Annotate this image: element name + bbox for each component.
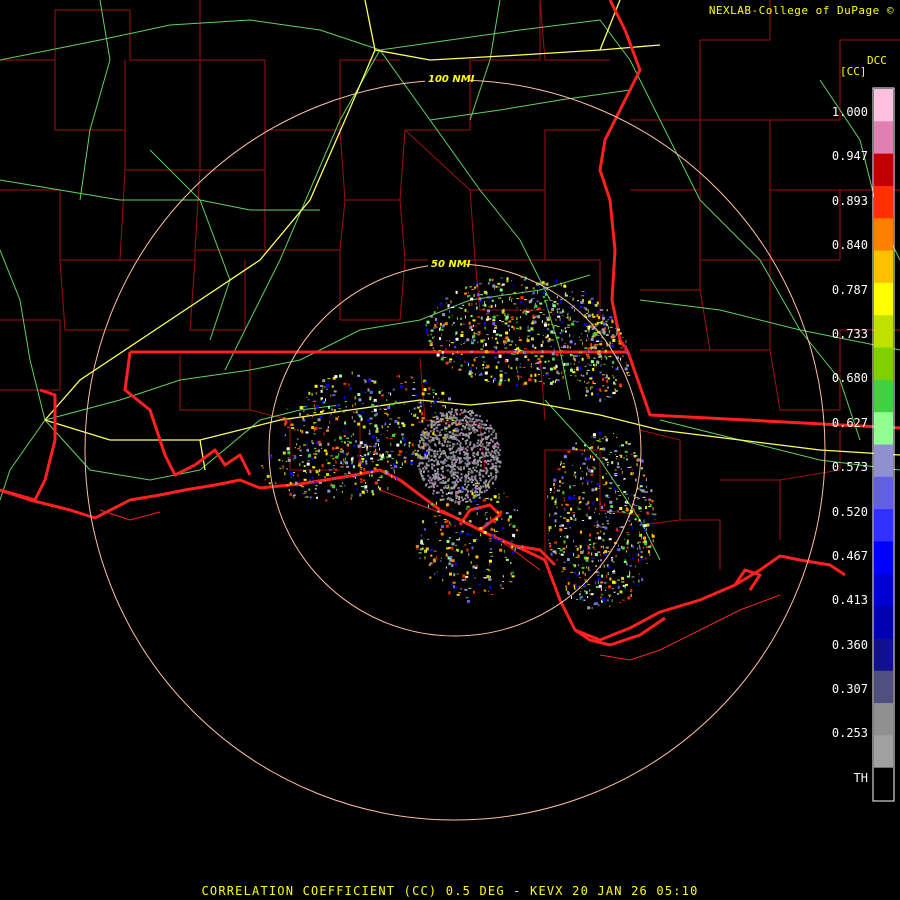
legend-swatch	[874, 412, 893, 446]
ring-label-50nmi: 50 NMI	[431, 259, 471, 270]
legend-swatch	[874, 509, 893, 543]
legend-swatch	[874, 282, 893, 316]
legend-swatch	[874, 315, 893, 349]
legend-swatch	[874, 767, 893, 801]
legend-swatch	[874, 379, 893, 413]
legend-swatch	[874, 121, 893, 155]
legend-swatch	[874, 573, 893, 607]
legend-label: 0.627	[831, 416, 868, 430]
legend-swatch	[874, 89, 893, 122]
radar-map: 100 NMI 50 NMI	[0, 0, 900, 900]
legend-color-bar	[874, 89, 893, 801]
legend-swatch	[874, 670, 893, 704]
legend-label: 0.307	[831, 682, 868, 696]
legend-label: 0.840	[831, 238, 868, 252]
legend-swatch	[874, 250, 893, 284]
legend-label: TH	[853, 771, 868, 785]
legend-swatch	[874, 347, 893, 381]
legend-swatch	[874, 541, 893, 575]
legend-label: 0.360	[831, 638, 868, 652]
legend-label: 0.573	[831, 460, 868, 474]
legend-label: 0.467	[831, 549, 868, 563]
legend-swatch	[874, 444, 893, 478]
legend-label: 1.000	[831, 105, 868, 119]
legend-label: 0.680	[831, 371, 868, 385]
product-units: [CC]	[840, 65, 867, 78]
legend-label: 0.947	[831, 149, 868, 163]
ring-label-100nmi: 100 NMI	[428, 74, 475, 85]
legend-swatch	[874, 606, 893, 640]
product-code: DCC	[867, 54, 887, 67]
legend-swatch	[874, 185, 893, 219]
legend-swatch	[874, 638, 893, 672]
legend-swatch	[874, 703, 893, 736]
legend-swatch	[874, 735, 893, 769]
product-caption: CORRELATION COEFFICIENT (CC) 0.5 DEG - K…	[201, 884, 699, 898]
legend-label: 0.733	[831, 327, 868, 341]
legend-label: 0.893	[831, 194, 868, 208]
legend-swatch	[874, 218, 893, 252]
legend-swatch	[874, 476, 893, 510]
legend-swatch	[874, 153, 893, 187]
legend-label: 0.787	[831, 283, 868, 297]
legend-label: 0.253	[831, 726, 868, 740]
credit-text: NEXLAB-College of DuPage ©	[708, 4, 894, 17]
legend-label: 0.413	[831, 593, 868, 607]
legend-label: 0.520	[831, 505, 868, 519]
